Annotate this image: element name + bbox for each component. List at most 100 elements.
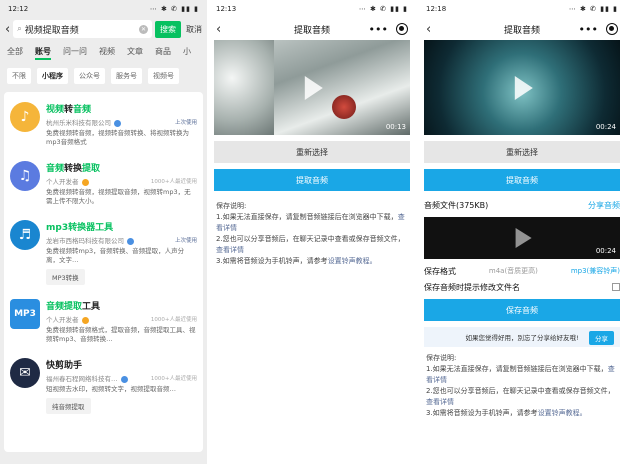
search-button[interactable]: 搜索 — [155, 20, 181, 38]
more-icon[interactable]: ••• — [579, 23, 598, 36]
reselect-button[interactable]: 重新选择 — [214, 141, 410, 163]
format-option-m4a[interactable]: m4a(音质更高) — [489, 266, 538, 276]
item-description: 免费视频转音频，视频提取音频，视频转mp3，无需上传不限大小。 — [46, 188, 191, 205]
status-bar: 12:12 ⋯ ✱ ✆ ▮▮ ▮ — [0, 0, 207, 18]
status-time: 12:12 — [8, 5, 29, 13]
tab-all[interactable]: 全部 — [7, 46, 23, 62]
play-icon[interactable] — [515, 228, 532, 248]
play-icon[interactable] — [304, 75, 323, 100]
filter-channels[interactable]: 视频号 — [148, 68, 179, 84]
details-link[interactable]: 查看详情 — [216, 246, 244, 254]
item-badge: 1000+人最近使用 — [150, 179, 197, 185]
search-query: 视频提取音频 — [24, 25, 79, 36]
item-badge: 上次使用 — [174, 238, 197, 244]
close-capsule-icon[interactable] — [396, 23, 408, 35]
format-label: 保存格式 — [424, 266, 456, 276]
extract-audio-button[interactable]: 提取音频 — [424, 169, 620, 191]
item-title: 音频转换提取 — [46, 164, 101, 174]
status-icons: ⋯ ✱ ✆ ▮▮ ▮ — [358, 5, 408, 13]
results-list: ♪ 视频转音频 杭州乐米科技有限公司 免费视频转音频，视频转音频转换、将视频转换… — [4, 92, 203, 452]
status-bar: 12:13 ⋯ ✱ ✆ ▮▮ ▮ — [208, 0, 416, 18]
item-title: mp3转换器工具 — [46, 223, 114, 233]
audio-file-label: 音频文件(375KB) — [424, 200, 489, 210]
wechat-search-panel: 12:12 ⋯ ✱ ✆ ▮▮ ▮ ‹ ⌕ 视频提取音频 ✕ 搜索 取消 全部 账… — [0, 0, 207, 464]
music-note-icon: ♪ — [10, 102, 40, 132]
list-item[interactable]: MP3 音频提取工具 个人开发者 免费视频转音频格式，提取音频，音频提取工具、视… — [4, 295, 203, 348]
share-audio-link[interactable]: 分享音频 — [588, 200, 620, 211]
note-2: 2.您也可以分享音频后，在聊天记录中查看或保存音频文件，查看详情 — [216, 235, 405, 254]
reselect-button[interactable]: 重新选择 — [424, 141, 620, 163]
search-tabs: 全部 账号 问一问 视频 文章 商品 小 — [0, 40, 207, 62]
save-audio-button[interactable]: 保存音频 — [424, 299, 620, 321]
filter-service-account[interactable]: 服务号 — [111, 68, 142, 84]
audio-duration: 00:24 — [595, 247, 616, 255]
list-item[interactable]: ✉ 快剪助手 福州春石程网络科技有… 短视频去水印，视频转文字，视频提取音频… … — [4, 354, 203, 418]
status-bar: 12:18 ⋯ ✱ ✆ ▮▮ ▮ — [418, 0, 626, 18]
note-1: 1.如果无法直接保存，请复制音频链接后在浏览器中下载，查看详情 — [216, 213, 405, 232]
capsule-menu: ••• — [369, 23, 408, 36]
pure-audio-extract-button[interactable]: 纯音频提取 — [46, 398, 91, 414]
tab-articles[interactable]: 文章 — [127, 46, 143, 62]
filter-mini-program[interactable]: 小程序 — [37, 68, 68, 84]
item-title: 视频转音频 — [46, 105, 92, 115]
clear-icon[interactable]: ✕ — [139, 24, 148, 34]
ringtone-tutorial-link[interactable]: 设置铃声教程。 — [328, 257, 377, 265]
ringtone-tutorial-link[interactable]: 设置铃声教程。 — [538, 409, 587, 417]
item-publisher: 杭州乐米科技有限公司 — [46, 117, 196, 127]
tab-video[interactable]: 视频 — [99, 46, 115, 62]
status-icons: ⋯ ✱ ✆ ▮▮ ▮ — [568, 5, 618, 13]
filter-official-account[interactable]: 公众号 — [74, 68, 105, 84]
close-capsule-icon[interactable] — [606, 23, 618, 35]
item-description: 短视频去水印，视频转文字，视频提取音频… — [46, 385, 176, 393]
capsule-menu: ••• — [579, 23, 618, 36]
snowy-branch-image — [214, 40, 274, 135]
filter-chips: 不限 小程序 公众号 服务号 视频号 — [0, 62, 207, 90]
tab-ask[interactable]: 问一问 — [63, 46, 87, 62]
tab-products[interactable]: 商品 — [155, 46, 171, 62]
extract-audio-button[interactable]: 提取音频 — [214, 169, 410, 191]
rename-row: 保存音频时提示修改文件名 — [424, 279, 620, 295]
rename-label: 保存音频时提示修改文件名 — [424, 282, 520, 292]
status-icons: ⋯ ✱ ✆ ▮▮ ▮ — [149, 5, 199, 13]
audio-player[interactable]: 00:24 — [424, 217, 620, 259]
format-option-mp3[interactable]: mp3(兼容铃声) — [571, 266, 620, 276]
cancel-button[interactable]: 取消 — [184, 24, 202, 35]
video-preview[interactable]: 00:13 — [214, 40, 410, 135]
save-notes: 保存说明: 1.如果无法直接保存，请复制音频链接后在浏览器中下载，查看详情 2.… — [418, 347, 626, 419]
list-item[interactable]: ♫ 音频转换提取 个人开发者 免费视频转音频，视频提取音频，视频转mp3，无需上… — [4, 157, 203, 210]
more-icon[interactable]: ••• — [369, 23, 388, 36]
video-preview[interactable]: 00:24 — [424, 40, 620, 135]
back-arrow-icon[interactable]: ‹ — [5, 23, 10, 36]
details-link[interactable]: 查看详情 — [426, 398, 454, 406]
red-ornament-image — [332, 95, 356, 119]
search-input[interactable]: ⌕ 视频提取音频 ✕ — [13, 20, 152, 38]
status-time: 12:18 — [426, 5, 447, 13]
mp3-convert-button[interactable]: MP3转换 — [46, 269, 85, 285]
item-badge: 1000+人最近使用 — [150, 376, 197, 382]
notes-title: 保存说明: — [426, 354, 457, 362]
item-description: 免费视频转音频，视频转音频转换、将视频转换为mp3音频格式 — [46, 129, 189, 146]
item-description: 免费视频转mp3，音频转换、音频提取，人声分离，文字… — [46, 247, 185, 264]
note-1: 1.如果无法直接保存，请复制音频链接后在浏览器中下载，查看详情 — [426, 365, 615, 384]
tab-more[interactable]: 小 — [183, 46, 191, 62]
envelope-icon: ✉ — [10, 358, 40, 388]
tab-accounts[interactable]: 账号 — [35, 46, 51, 60]
mp3-converter-icon: ♬ — [10, 220, 40, 250]
search-row: ‹ ⌕ 视频提取音频 ✕ 搜索 取消 — [0, 18, 207, 40]
video-duration: 00:13 — [385, 123, 406, 131]
item-title: 音频提取工具 — [46, 302, 101, 312]
status-time: 12:13 — [216, 5, 237, 13]
notes-title: 保存说明: — [216, 202, 247, 210]
audio-convert-icon: ♫ — [10, 161, 40, 191]
rename-checkbox[interactable] — [612, 283, 620, 291]
mp3-icon: MP3 — [10, 299, 40, 329]
filter-any[interactable]: 不限 — [7, 68, 31, 84]
audio-file-row: 音频文件(375KB) 分享音频 — [424, 197, 620, 213]
share-prompt-bar: 如果您觉得好用，別忘了分享给好友哦! 分享 — [424, 327, 620, 347]
list-item[interactable]: ♪ 视频转音频 杭州乐米科技有限公司 免费视频转音频，视频转音频转换、将视频转换… — [4, 98, 203, 151]
play-icon[interactable] — [514, 75, 533, 100]
search-icon: ⌕ — [17, 24, 22, 33]
list-item[interactable]: ♬ mp3转换器工具 龙岩市西格玛科技有限公司 免费视频转mp3，音频转换、音频… — [4, 216, 203, 289]
share-prompt-text: 如果您觉得好用，別忘了分享给好友哦! — [465, 334, 579, 342]
share-button[interactable]: 分享 — [589, 331, 614, 345]
